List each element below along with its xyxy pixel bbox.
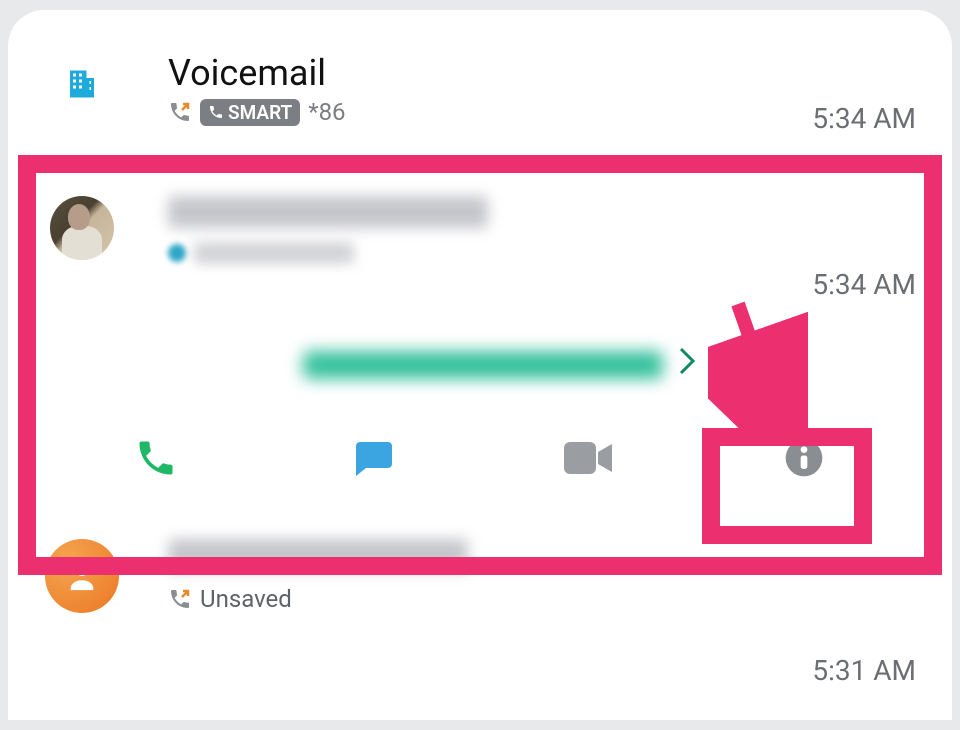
call-row-body: Voicemail SMART *86: [128, 52, 924, 126]
action-row: [8, 434, 952, 512]
chevron-right-icon: [677, 346, 697, 384]
call-subtitle: [168, 242, 916, 264]
redacted-suggestion: [303, 351, 663, 379]
call-row-voicemail[interactable]: Voicemail SMART *86 5:34 AM: [8, 10, 952, 138]
call-row-unsaved[interactable]: Unsaved 5:31 AM: [8, 513, 952, 625]
building-avatar: [50, 52, 114, 116]
message-icon: [348, 434, 396, 482]
video-button[interactable]: [503, 436, 673, 480]
call-button[interactable]: [71, 436, 241, 480]
person-icon: [65, 559, 99, 593]
avatar: [36, 539, 128, 613]
call-row-selected[interactable]: 5:34 AM: [8, 138, 952, 276]
contact-avatar-placeholder: [45, 539, 119, 613]
video-icon: [562, 436, 614, 480]
call-time: 5:31 AM: [812, 654, 916, 687]
outgoing-call-icon: [168, 587, 192, 611]
contact-avatar-photo: [50, 196, 114, 260]
redacted-status-dot: [168, 244, 186, 262]
call-row-body: [128, 196, 924, 264]
call-row-body: Unsaved: [128, 539, 924, 613]
call-subtitle: SMART *86: [168, 98, 916, 126]
redacted-number: [168, 539, 468, 571]
redacted-status: [194, 242, 354, 264]
info-button[interactable]: [719, 438, 889, 478]
info-icon: [784, 438, 824, 478]
outgoing-call-icon: [168, 100, 192, 124]
call-subtitle: Unsaved: [168, 585, 916, 613]
building-icon: [64, 66, 100, 102]
redacted-name: [168, 196, 488, 228]
avatar: [36, 52, 128, 116]
avatar: [36, 196, 128, 260]
phone-icon: [134, 436, 178, 480]
smart-badge-label: SMART: [228, 101, 292, 124]
smart-badge: SMART: [200, 99, 300, 126]
call-log-card: Voicemail SMART *86 5:34 AM: [8, 10, 952, 720]
call-status: Unsaved: [200, 585, 292, 613]
suggestion-row[interactable]: [8, 346, 952, 384]
call-time: 5:34 AM: [812, 268, 916, 301]
call-time: 5:34 AM: [812, 102, 916, 135]
call-title: Voicemail: [168, 52, 916, 94]
call-number: *86: [308, 98, 345, 126]
message-button[interactable]: [287, 434, 457, 482]
